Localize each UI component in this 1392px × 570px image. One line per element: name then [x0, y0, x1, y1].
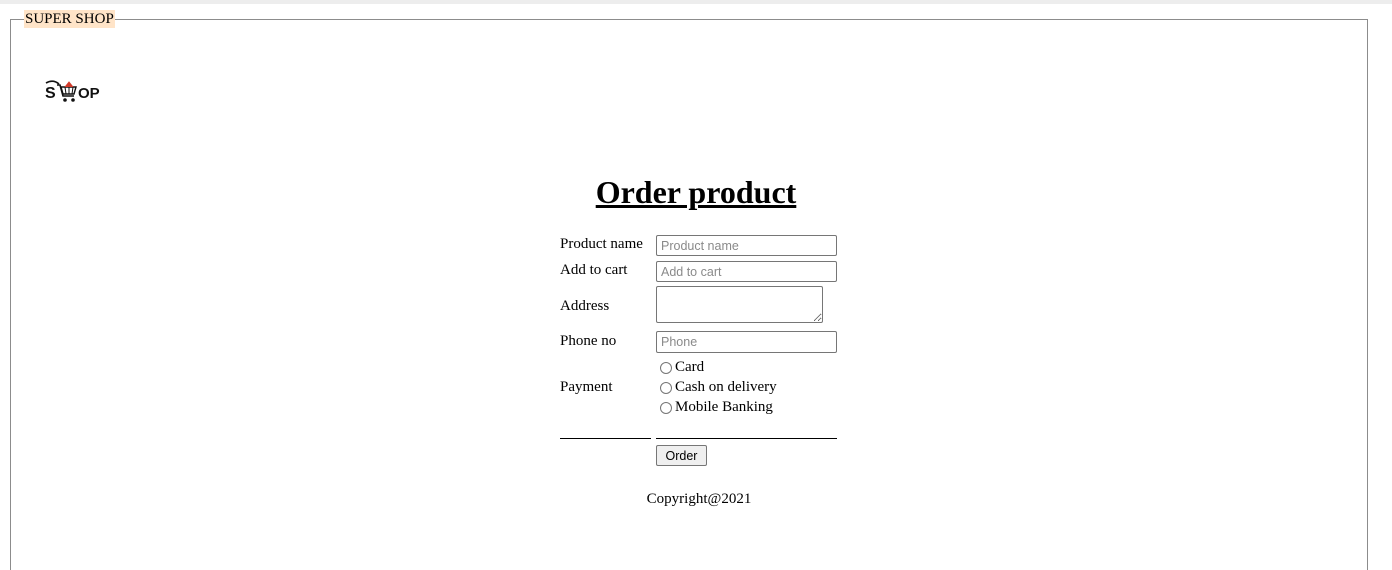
product-name-input[interactable] — [656, 235, 837, 256]
payment-option-label: Mobile Banking — [675, 399, 773, 415]
divider-left — [560, 438, 651, 439]
cash-on-delivery-radio[interactable] — [660, 381, 672, 394]
payment-option-mobile-banking[interactable]: Mobile Banking — [660, 399, 773, 416]
phone-label: Phone no — [560, 333, 617, 349]
phone-input[interactable] — [656, 331, 837, 353]
payment-label: Payment — [560, 379, 613, 395]
cart-icon — [57, 81, 77, 102]
payment-option-label: Cash on delivery — [675, 379, 777, 395]
svg-text:OP: OP — [78, 85, 100, 102]
address-label: Address — [560, 298, 610, 314]
payment-option-card[interactable]: Card — [660, 359, 704, 376]
card-radio[interactable] — [660, 361, 672, 374]
top-border — [0, 0, 1392, 4]
copyright-text: Copyright@2021 — [646, 491, 752, 507]
product-name-label: Product name — [560, 236, 643, 252]
order-button[interactable]: Order — [656, 445, 707, 466]
payment-option-cash-on-delivery[interactable]: Cash on delivery — [660, 379, 777, 396]
shop-logo: S OP — [45, 80, 100, 102]
divider-right — [656, 438, 837, 439]
payment-option-label: Card — [675, 359, 705, 375]
page-title: Order product — [595, 174, 797, 210]
svg-text:S: S — [45, 85, 56, 102]
frame-legend: SUPER SHOP — [24, 10, 115, 28]
add-to-cart-label: Add to cart — [560, 262, 628, 278]
mobile-banking-radio[interactable] — [660, 401, 672, 414]
address-textarea[interactable] — [656, 286, 823, 323]
add-to-cart-input[interactable] — [656, 261, 837, 282]
